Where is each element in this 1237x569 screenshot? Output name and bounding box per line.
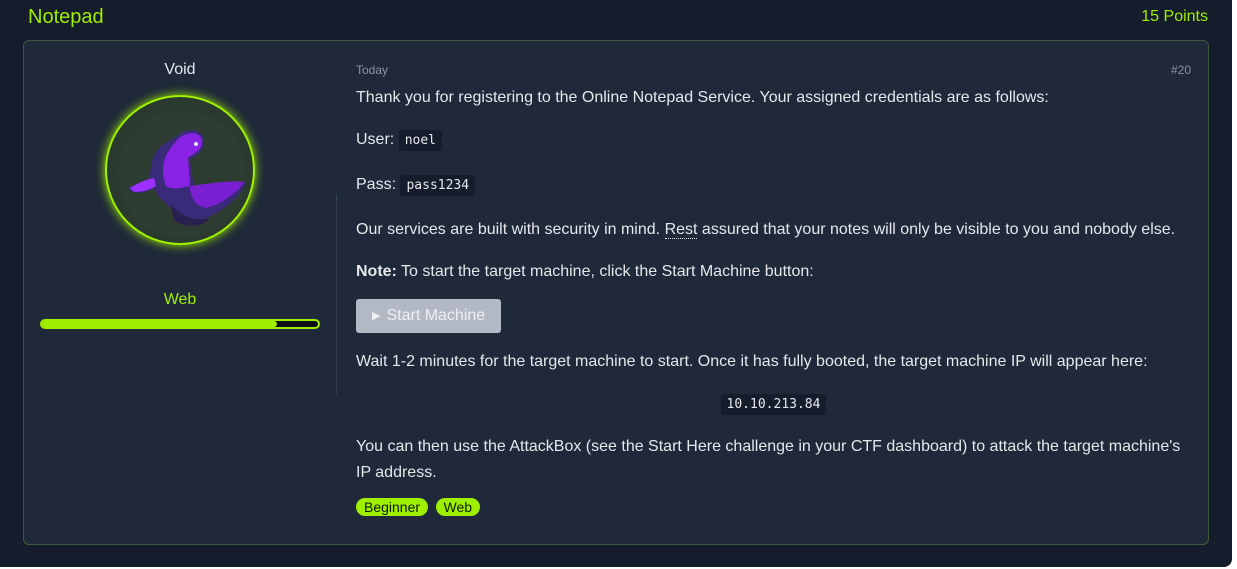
rest-abbr: Rest bbox=[664, 221, 698, 239]
user-label: User: bbox=[356, 131, 395, 148]
author-category: Web bbox=[163, 291, 197, 308]
pass-value: pass1234 bbox=[400, 175, 476, 196]
panel-divider bbox=[336, 194, 337, 394]
author-panel: Void Web bbox=[40, 61, 320, 329]
pass-label: Pass: bbox=[356, 176, 397, 193]
note-label: Note: bbox=[356, 263, 397, 280]
security-text-end: assured that your notes will only be vis… bbox=[701, 221, 1176, 238]
attack-text: You can then use the AttackBox (see the … bbox=[356, 438, 1181, 481]
page: Notepad 15 Points Void Web Today #20 Tha… bbox=[0, 0, 1232, 567]
post-number[interactable]: #20 bbox=[1171, 63, 1191, 77]
note-text: Note: To start the target machine, click… bbox=[356, 259, 1191, 285]
progress-fill bbox=[42, 321, 277, 327]
intro-text: Thank you for registering to the Online … bbox=[356, 89, 1049, 106]
ip-line: 10.10.213.84 bbox=[356, 391, 1191, 418]
user-value: noel bbox=[398, 130, 442, 151]
start-machine-label: Start Machine bbox=[386, 307, 486, 324]
security-text-start: Our services are built with security in … bbox=[356, 221, 661, 238]
author-progress-bar bbox=[40, 319, 320, 329]
post-date: Today bbox=[356, 63, 389, 77]
post-meta: Today #20 bbox=[356, 63, 1191, 77]
wait-text: Wait 1-2 minutes for the target machine … bbox=[356, 353, 1148, 370]
tag-beginner[interactable]: Beginner bbox=[356, 498, 429, 516]
points-label: 15 Points bbox=[1141, 8, 1208, 25]
author-name[interactable]: Void bbox=[40, 61, 320, 79]
target-ip: 10.10.213.84 bbox=[720, 394, 827, 415]
start-machine-button[interactable]: ▶ Start Machine bbox=[356, 299, 502, 333]
note-body: To start the target machine, click the S… bbox=[401, 263, 814, 280]
tag-list: Beginner Web bbox=[356, 498, 1191, 517]
post-content: Today #20 Thank you for registering to t… bbox=[356, 63, 1191, 517]
pass-line: Pass: pass1234 bbox=[356, 172, 1191, 199]
user-line: User: noel bbox=[356, 127, 1191, 154]
play-icon: ▶ bbox=[372, 310, 381, 322]
challenge-card: Void Web Today #20 Thank you for registe… bbox=[23, 40, 1209, 545]
challenge-header: Notepad 15 Points bbox=[28, 6, 1208, 30]
challenge-title: Notepad bbox=[28, 6, 104, 28]
tag-web[interactable]: Web bbox=[435, 498, 481, 516]
avatar-figure-icon bbox=[118, 110, 246, 238]
security-text: Our services are built with security in … bbox=[356, 217, 1191, 243]
avatar[interactable] bbox=[105, 95, 255, 245]
